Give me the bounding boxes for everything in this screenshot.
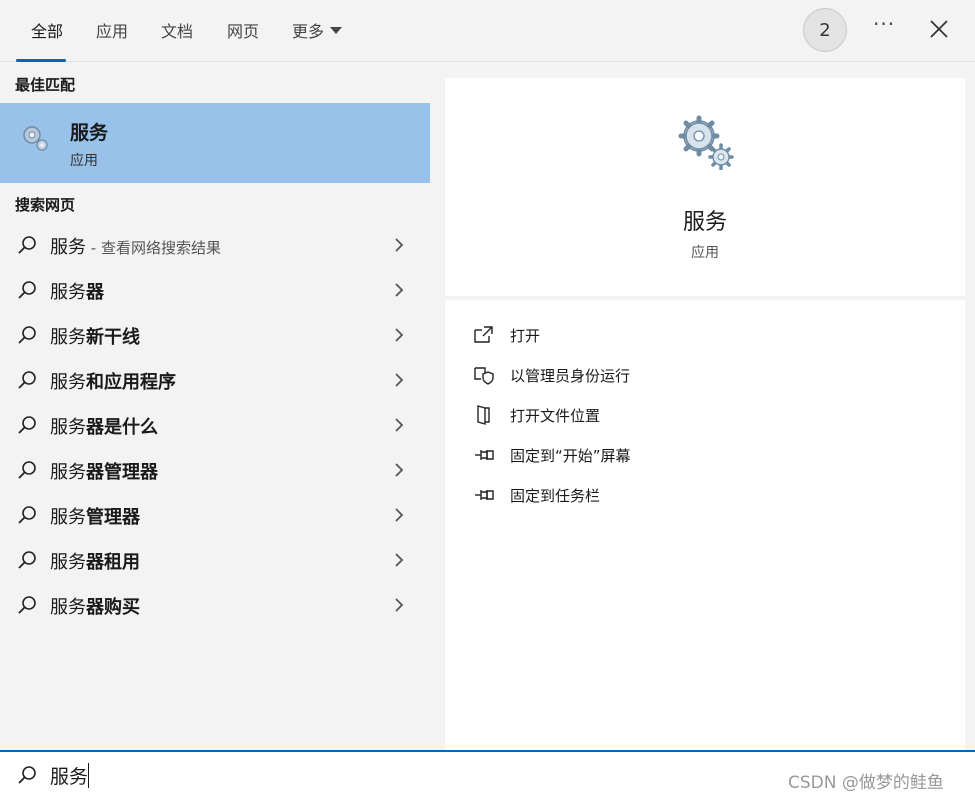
- chevron-right-icon: [395, 508, 404, 522]
- list-item[interactable]: 服务新干线: [0, 313, 430, 358]
- search-icon: [18, 326, 36, 344]
- chevron-right-icon: [395, 553, 404, 567]
- best-match-subtitle: 应用: [70, 153, 98, 169]
- list-item-text: 服务: [50, 417, 86, 438]
- chevron-right-icon: [395, 283, 404, 297]
- shield-icon: [474, 367, 494, 385]
- pin-icon: [475, 490, 494, 500]
- search-input[interactable]: [50, 758, 650, 792]
- chevron-right-icon: [395, 598, 404, 612]
- gears-icon: [23, 126, 48, 151]
- search-icon: [18, 551, 36, 569]
- detail-actions: 打开 以管理员身份运行 打开文件位置 固定到“开始”屏幕 固定到任务栏: [445, 300, 965, 750]
- list-item-suffix: 和应用程序: [86, 372, 176, 393]
- list-item-suffix: 器是什么: [86, 417, 158, 438]
- list-item[interactable]: 服务器购买: [0, 583, 430, 628]
- best-match-heading: 最佳匹配: [15, 76, 76, 94]
- open-file-location-label: 打开文件位置: [510, 407, 601, 425]
- tab-apps[interactable]: 应用: [96, 18, 128, 42]
- search-icon: [18, 461, 36, 479]
- run-as-admin-label: 以管理员身份运行: [510, 367, 631, 385]
- list-item-suffix: 器: [86, 282, 104, 303]
- chevron-right-icon: [395, 328, 404, 342]
- chevron-right-icon: [395, 373, 404, 387]
- list-item-text: 服务: [50, 462, 86, 483]
- best-match-item[interactable]: 服务 应用: [0, 103, 430, 183]
- tab-all[interactable]: 全部: [31, 18, 63, 42]
- list-item-text: 服务: [50, 282, 86, 303]
- list-item[interactable]: 服务器: [0, 268, 430, 313]
- list-item-suffix: 器管理器: [86, 462, 158, 483]
- pin-to-taskbar-label: 固定到任务栏: [510, 487, 601, 505]
- text-caret: [88, 763, 89, 788]
- list-item-suffix: 新干线: [86, 327, 140, 348]
- chevron-right-icon: [395, 418, 404, 432]
- search-bar: CSDN @做梦的鲑鱼: [0, 750, 975, 798]
- watermark-text: CSDN @做梦的鲑鱼: [788, 773, 944, 793]
- search-icon: [18, 371, 36, 389]
- search-icon: [18, 766, 36, 784]
- folder-icon: [477, 405, 490, 425]
- search-icon: [18, 416, 36, 434]
- pin-icon: [475, 450, 494, 460]
- open-window-icon: [474, 326, 493, 343]
- list-item[interactable]: 服务器管理器: [0, 448, 430, 493]
- search-icon: [18, 506, 36, 524]
- list-item[interactable]: 服务器租用: [0, 538, 430, 583]
- tab-web[interactable]: 网页: [227, 18, 259, 42]
- chevron-right-icon: [395, 463, 404, 477]
- gears-icon: [678, 115, 734, 170]
- tab-more-label: 更多: [292, 22, 325, 41]
- pin-to-start-action[interactable]: 固定到“开始”屏幕: [473, 442, 773, 470]
- list-item[interactable]: 服务器是什么: [0, 403, 430, 448]
- list-item[interactable]: 服务管理器: [0, 493, 430, 538]
- search-icon: [18, 236, 36, 254]
- web-search-heading: 搜索网页: [15, 196, 76, 214]
- list-item-text: 服务: [50, 507, 86, 528]
- list-item[interactable]: 服务和应用程序: [0, 358, 430, 403]
- rewards-badge[interactable]: 2: [803, 8, 847, 52]
- list-item-suffix: 器购买: [86, 597, 140, 618]
- pin-to-taskbar-action[interactable]: 固定到任务栏: [473, 482, 773, 510]
- list-item-text: 服务: [50, 597, 86, 618]
- detail-subtitle: 应用: [691, 245, 719, 261]
- tab-documents[interactable]: 文档: [161, 18, 193, 42]
- list-item-text: 服务: [50, 372, 86, 393]
- detail-preview: 服务 应用: [445, 78, 965, 296]
- pin-to-start-label: 固定到“开始”屏幕: [510, 447, 631, 465]
- chevron-down-icon: [330, 27, 343, 34]
- run-as-admin-action[interactable]: 以管理员身份运行: [473, 362, 773, 390]
- more-options-button[interactable]: ···: [873, 12, 895, 36]
- search-icon: [18, 281, 36, 299]
- list-item-suffix: 器租用: [86, 552, 140, 573]
- search-icon: [18, 596, 36, 614]
- list-item[interactable]: 服务 - 查看网络搜索结果: [0, 223, 430, 268]
- tab-more[interactable]: 更多: [292, 18, 343, 42]
- close-icon[interactable]: [928, 18, 950, 40]
- list-item-text: 服务: [50, 237, 86, 258]
- top-tab-bar: 全部 应用 文档 网页 更多 2 ···: [0, 0, 975, 62]
- open-file-location-action[interactable]: 打开文件位置: [473, 402, 773, 430]
- chevron-right-icon: [395, 238, 404, 252]
- list-item-suffix: 管理器: [86, 507, 140, 528]
- detail-title: 服务: [682, 210, 727, 235]
- open-action[interactable]: 打开: [473, 322, 773, 350]
- active-tab-indicator: [16, 59, 66, 62]
- list-item-text: 服务: [50, 552, 86, 573]
- open-action-label: 打开: [510, 327, 541, 345]
- best-match-title: 服务: [70, 122, 109, 144]
- list-item-hint: - 查看网络搜索结果: [86, 239, 221, 257]
- results-pane: 最佳匹配 服务 应用 搜索网页 服务 - 查看网络搜索结果 服务器 服务新干线 …: [0, 63, 430, 751]
- list-item-text: 服务: [50, 327, 86, 348]
